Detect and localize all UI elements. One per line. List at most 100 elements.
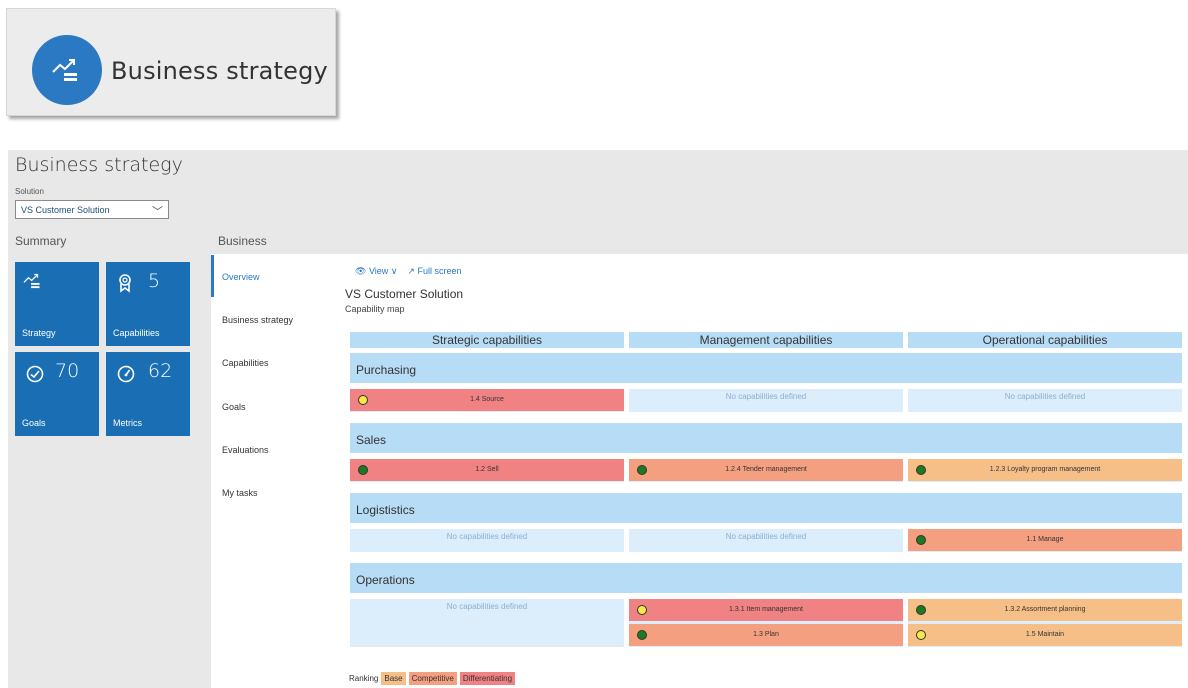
- status-dot-icon: [358, 465, 368, 475]
- status-dot-icon: [358, 395, 368, 405]
- checkmark-circle-icon: [26, 365, 44, 383]
- capability-cell: 1.2 Sell: [350, 459, 624, 482]
- capability-item[interactable]: 1.3.2 Assortment planning: [908, 599, 1182, 621]
- legend-swatch-competitive: Competitive: [408, 672, 457, 685]
- view-label: View: [368, 266, 389, 276]
- capability-item[interactable]: 1.3.1 Item management: [629, 599, 903, 621]
- capability-item[interactable]: 1.4 Source: [350, 389, 624, 411]
- nav-item-my-tasks[interactable]: My tasks: [222, 488, 258, 498]
- capability-label: 1.4 Source: [470, 396, 504, 403]
- status-dot-icon: [637, 630, 647, 640]
- row-header: Purchasing: [350, 353, 1182, 383]
- kpi-tile-capabilities[interactable]: 5 Capabilities: [106, 262, 190, 346]
- chevron-down-icon: ﹀: [152, 206, 163, 218]
- capability-cell: No capabilities defined: [629, 389, 903, 412]
- gauge-icon: [117, 365, 135, 383]
- map-subtitle: Capability map: [345, 304, 405, 314]
- map-toolbar: 👁 View ∨ ↗ Full screen: [355, 266, 462, 277]
- kpi-number: 5: [148, 270, 161, 292]
- workspace: Business strategy Solution VS Customer S…: [8, 150, 1188, 688]
- chevron-down-icon: ∨: [390, 266, 398, 276]
- map-title: VS Customer Solution: [345, 287, 464, 301]
- capability-label: 1.2.3 Loyalty program management: [989, 466, 1101, 473]
- capability-cell: 1.4 Source: [350, 389, 624, 412]
- ribbon-icon: [119, 274, 131, 293]
- full-screen-label: Full screen: [417, 266, 462, 276]
- trend-chart-icon: [52, 59, 77, 81]
- ranking-legend: Ranking Base Competitive Differentiating: [349, 672, 516, 685]
- tile-icon-circle: [32, 35, 102, 105]
- kpi-caption: Capabilities: [113, 328, 160, 338]
- column-header: Strategic capabilities: [350, 332, 624, 348]
- summary-heading: Summary: [15, 234, 67, 248]
- empty-cell-text: No capabilities defined: [1004, 392, 1086, 401]
- capability-item[interactable]: 1.1 Manage: [908, 529, 1182, 551]
- business-heading: Business: [218, 234, 267, 248]
- capability-label: 1.2 Sell: [475, 466, 499, 473]
- nav-active-indicator: [211, 255, 214, 297]
- capability-cell: 1.2.3 Loyalty program management: [908, 459, 1182, 482]
- capability-label: 1.1 Manage: [1026, 536, 1064, 543]
- capability-label: 1.3 Plan: [753, 631, 779, 638]
- capability-item[interactable]: 1.5 Maintain: [908, 624, 1182, 646]
- capability-map-panel: 👁 View ∨ ↗ Full screen VS Customer Solut…: [337, 254, 1188, 688]
- nav-item-evaluations[interactable]: Evaluations: [222, 445, 269, 455]
- capability-item[interactable]: 1.2 Sell: [350, 459, 624, 481]
- screenshot-root: Business strategy Business strategy Solu…: [0, 0, 1188, 688]
- solution-value: VS Customer Solution: [21, 205, 110, 215]
- empty-cell-text: No capabilities defined: [446, 532, 528, 541]
- tile-label: Business strategy: [111, 57, 328, 85]
- status-dot-icon: [916, 465, 926, 475]
- capability-label: 1.3.1 Item management: [729, 606, 803, 613]
- kpi-caption: Goals: [22, 418, 46, 428]
- nav-item-goals[interactable]: Goals: [222, 402, 246, 412]
- nav-item-business-strategy[interactable]: Business strategy: [222, 315, 293, 325]
- capability-item[interactable]: 1.2.4 Tender management: [629, 459, 903, 481]
- business-nav: Overview Business strategy Capabilities …: [211, 254, 337, 688]
- view-button[interactable]: 👁 View ∨: [355, 266, 397, 277]
- capability-cell: No capabilities defined: [350, 599, 624, 647]
- capability-item[interactable]: 1.2.3 Loyalty program management: [908, 459, 1182, 481]
- kpi-tile-strategy[interactable]: Strategy: [15, 262, 99, 346]
- eye-icon: 👁: [355, 266, 367, 276]
- capability-cell: No capabilities defined: [629, 529, 903, 552]
- capability-label: 1.2.4 Tender management: [725, 466, 807, 473]
- capability-cell: No capabilities defined: [908, 389, 1182, 412]
- empty-cell-text: No capabilities defined: [725, 392, 807, 401]
- kpi-caption: Strategy: [22, 328, 56, 338]
- empty-cell-text: No capabilities defined: [725, 532, 807, 541]
- column-header: Management capabilities: [629, 332, 903, 348]
- row-header: Sales: [350, 423, 1182, 453]
- status-dot-icon: [916, 605, 926, 615]
- legend-swatch-base: Base: [381, 672, 406, 685]
- business-strategy-tile[interactable]: Business strategy: [6, 8, 336, 116]
- capability-cell: 1.3.1 Item management 1.3 Plan: [629, 599, 903, 647]
- solution-label: Solution: [15, 187, 44, 196]
- kpi-caption: Metrics: [113, 418, 142, 428]
- column-header: Operational capabilities: [908, 332, 1182, 348]
- status-dot-icon: [916, 630, 926, 640]
- status-dot-icon: [637, 465, 647, 475]
- status-dot-icon: [637, 605, 647, 615]
- kpi-number: 70: [55, 360, 80, 382]
- capability-cell: 1.1 Manage: [908, 529, 1182, 552]
- expand-arrow-icon: ↗: [407, 266, 415, 276]
- kpi-tile-metrics[interactable]: 62 Metrics: [106, 352, 190, 436]
- capability-cell: No capabilities defined: [350, 529, 624, 552]
- row-header: Operations: [350, 563, 1182, 593]
- nav-item-capabilities[interactable]: Capabilities: [222, 358, 269, 368]
- legend-swatch-differentiating: Differentiating: [459, 672, 516, 685]
- capability-cell: 1.3.2 Assortment planning 1.5 Maintain: [908, 599, 1182, 647]
- capability-item[interactable]: 1.3 Plan: [629, 624, 903, 646]
- legend-label: Ranking: [349, 674, 379, 683]
- nav-item-overview[interactable]: Overview: [222, 272, 260, 282]
- solution-dropdown[interactable]: VS Customer Solution ﹀: [15, 200, 169, 219]
- capability-label: 1.5 Maintain: [1025, 631, 1065, 638]
- capability-label: 1.3.2 Assortment planning: [1004, 606, 1086, 613]
- kpi-number: 62: [148, 360, 173, 382]
- kpi-tile-goals[interactable]: 70 Goals: [15, 352, 99, 436]
- status-dot-icon: [916, 535, 926, 545]
- empty-cell-text: No capabilities defined: [446, 602, 528, 611]
- capability-cell: 1.2.4 Tender management: [629, 459, 903, 482]
- full-screen-button[interactable]: ↗ Full screen: [407, 266, 461, 277]
